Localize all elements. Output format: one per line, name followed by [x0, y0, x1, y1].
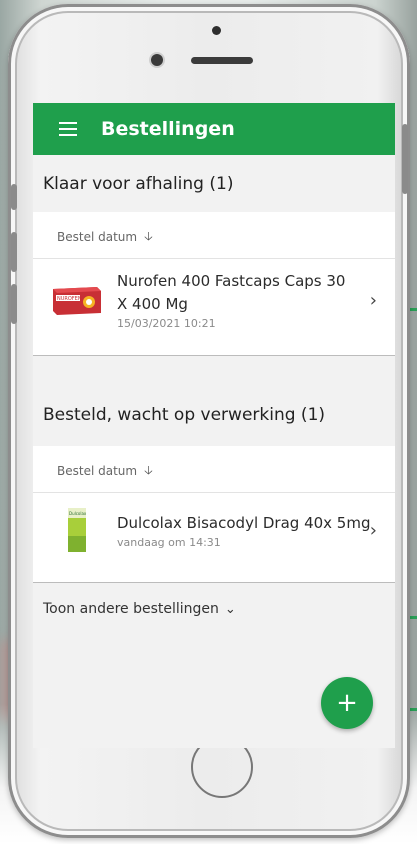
plus-icon: + [336, 688, 358, 718]
pack-brand-text: NUROFEN [57, 296, 82, 302]
app-screen: Bestellingen Klaar voor afhaling (1) Bes… [33, 103, 395, 748]
card-bottom [33, 568, 395, 583]
power-button [402, 124, 408, 194]
chevron-down-icon: ⌄ [224, 601, 236, 617]
volume-down-button [11, 284, 17, 324]
mute-switch [11, 184, 17, 210]
order-card: Bestel datum 🡣 Dulcolax Dulcolax Bisacod… [33, 446, 395, 583]
phone-frame: Bestellingen Klaar voor afhaling (1) Bes… [8, 4, 410, 838]
order-item[interactable]: Dulcolax Dulcolax Bisacodyl Drag 40x 5mg… [33, 492, 395, 568]
proximity-sensor [212, 26, 221, 35]
volume-up-button [11, 232, 17, 272]
pack-brand-text: Dulcolax [69, 511, 87, 516]
order-date: vandaag om 14:31 [117, 536, 221, 549]
product-image: NUROFEN [51, 283, 103, 317]
order-item-text: Dulcolax Bisacodyl Drag 40x 5mg vandaag … [117, 512, 395, 549]
show-more-orders-toggle[interactable]: Toon andere bestellingen ⌄ [33, 583, 395, 635]
product-image: Dulcolax [51, 506, 103, 556]
order-card: Bestel datum 🡣 NUROFEN Nurofen 400 Fastc… [33, 212, 395, 356]
order-item-text: Nurofen 400 Fastcaps Caps 30 X 400 Mg 15… [117, 270, 395, 330]
section-title: Besteld, wacht op verwerking (1) [43, 405, 326, 425]
product-name: Nurofen 400 Fastcaps Caps 30 X 400 Mg [117, 272, 346, 313]
product-name: Dulcolax Bisacodyl Drag 40x 5mg [117, 514, 371, 532]
chevron-right-icon: › [369, 289, 377, 311]
front-camera [151, 54, 163, 66]
sort-down-arrow-icon: 🡣 [144, 228, 153, 243]
card-bottom [33, 341, 395, 356]
sort-label: Bestel datum [57, 464, 138, 478]
earpiece-speaker [191, 57, 253, 64]
sort-label: Bestel datum [57, 230, 138, 244]
sort-control[interactable]: Bestel datum 🡣 [33, 212, 395, 258]
page-title: Bestellingen [101, 118, 235, 140]
sort-control[interactable]: Bestel datum 🡣 [33, 446, 395, 492]
section-title: Klaar voor afhaling (1) [43, 173, 234, 194]
app-bar: Bestellingen [33, 103, 395, 155]
order-date: 15/03/2021 10:21 [117, 317, 216, 330]
menu-icon[interactable] [59, 122, 77, 136]
chevron-right-icon: › [369, 520, 377, 541]
add-order-button[interactable]: + [321, 677, 373, 729]
order-item[interactable]: NUROFEN Nurofen 400 Fastcaps Caps 30 X 4… [33, 258, 395, 341]
show-more-label: Toon andere bestellingen [43, 601, 219, 617]
sort-down-arrow-icon: 🡣 [144, 462, 153, 477]
